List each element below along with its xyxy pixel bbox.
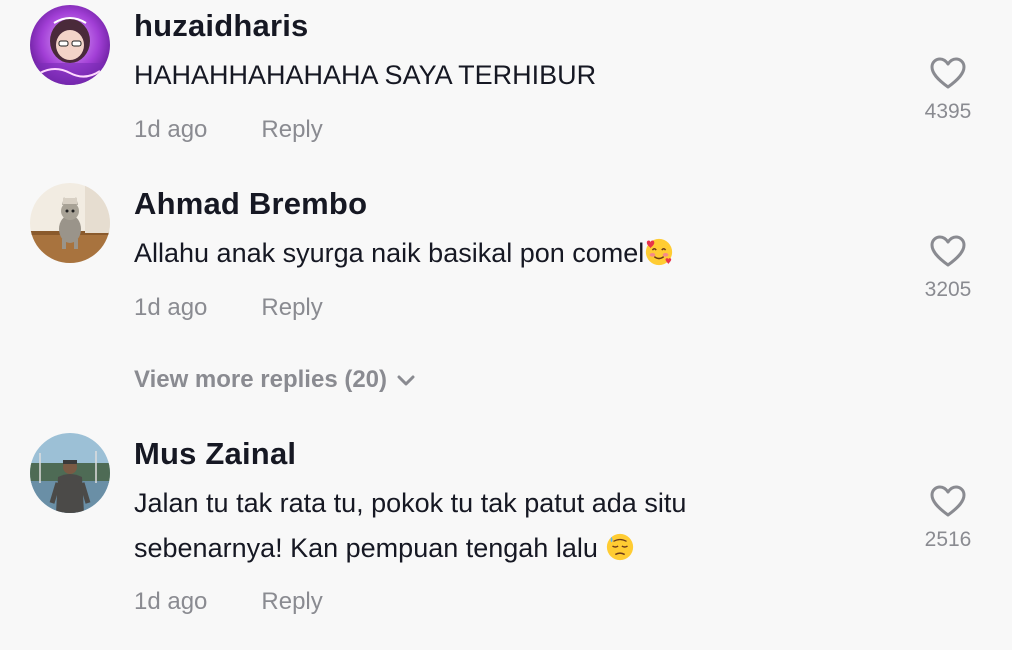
comment-meta: 1d ago Reply [134,294,323,322]
cat-photo-avatar [30,183,110,263]
comment-username[interactable]: Ahmad Brembo [134,186,367,222]
smiling-face-with-hearts-emoji [646,238,673,266]
comment-text-line: sebenarnya! Kan pempuan tengah lalu [134,526,686,571]
comment-time: 1d ago [134,116,208,143]
like-count: 2516 [924,528,972,551]
chevron-down-icon [397,375,415,386]
comment-username[interactable]: huzaidharis [134,8,308,44]
comment-time: 1d ago [134,588,208,615]
comment-meta: 1d ago Reply [134,588,323,616]
comment-time: 1d ago [134,294,208,321]
comment-text: Allahu anak syurga naik basikal pon come… [134,231,674,276]
comment-text: Jalan tu tak rata tu, pokok tu tak patut… [134,481,686,571]
view-more-replies-button[interactable]: View more replies (20) [134,366,415,394]
like-count: 3205 [924,278,972,301]
avatar[interactable] [30,433,110,513]
comment-meta: 1d ago Reply [134,116,323,144]
like-control: 4395 [910,56,986,124]
heart-icon[interactable] [929,56,967,90]
comment-text-line: Jalan tu tak rata tu, pokok tu tak patut… [134,488,687,518]
heart-icon[interactable] [929,484,967,518]
comment-text-content: Allahu anak syurga naik basikal pon come… [134,238,645,268]
like-control: 2516 [910,484,986,552]
reply-button[interactable]: Reply [261,116,322,143]
comment-text: HAHAHHAHAHAHA SAYA TERHIBUR [134,60,597,90]
avatar[interactable] [30,5,110,85]
like-count: 4395 [924,100,972,123]
avatar[interactable] [30,183,110,263]
like-control: 3205 [910,234,986,302]
comment-username[interactable]: Mus Zainal [134,436,296,472]
heart-icon[interactable] [929,234,967,268]
anime-avatar-icon [30,5,110,85]
downcast-face-with-sweat-emoji [607,533,634,561]
view-more-replies-label: View more replies (20) [134,366,388,393]
reply-button[interactable]: Reply [261,588,322,615]
person-photo-avatar [30,433,110,513]
reply-button[interactable]: Reply [261,294,322,321]
comment-text-line-content: sebenarnya! Kan pempuan tengah lalu [134,533,598,563]
